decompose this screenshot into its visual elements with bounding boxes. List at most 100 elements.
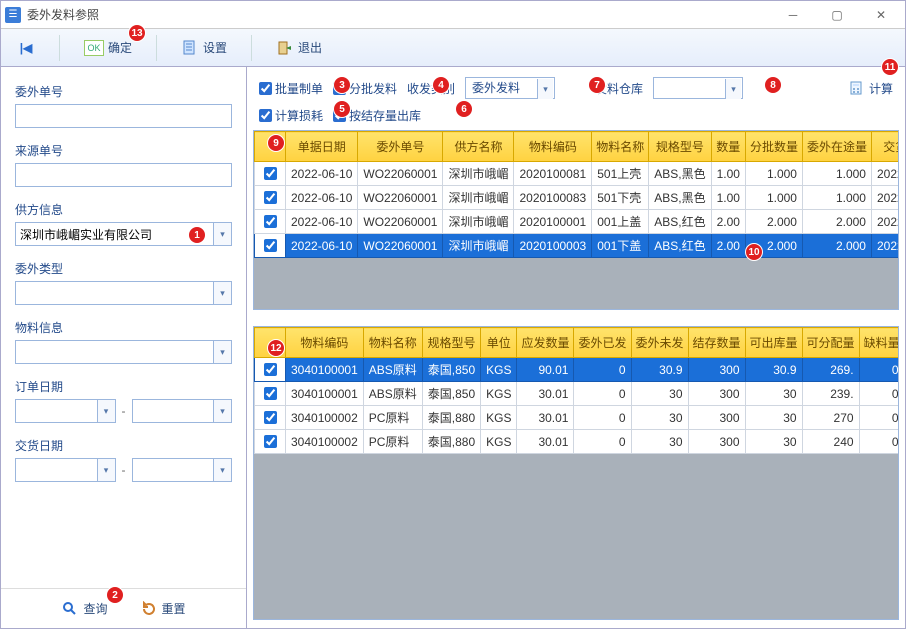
table-row[interactable]: 2022-06-10WO22060001深圳市峨嵋2020100081501上壳…	[255, 162, 900, 186]
column-header[interactable]: 委外在途量	[802, 132, 871, 162]
cell: 2.00	[711, 234, 745, 258]
column-header[interactable]: 委外单号	[358, 132, 443, 162]
source-no-input[interactable]	[15, 163, 232, 187]
exit-label: 退出	[298, 39, 322, 56]
column-header[interactable]: 应发数量	[517, 328, 574, 358]
cell: 2020100003	[514, 234, 592, 258]
cell: 泰国,880	[422, 430, 480, 454]
cell: 30.01	[517, 430, 574, 454]
column-header[interactable]: 物料编码	[514, 132, 592, 162]
query-button[interactable]: 查询	[61, 600, 107, 618]
exit-icon	[276, 39, 294, 57]
rcv-type-label: 收发类别	[407, 80, 455, 97]
delivery-date-to-dropdown-icon[interactable]: ▾	[213, 459, 231, 481]
supplier-dropdown-icon[interactable]: ▾	[213, 223, 231, 245]
table-row[interactable]: 3040100001ABS原料泰国,850KGS90.01030.930030.…	[255, 358, 900, 382]
column-header[interactable]: 缺料量	[859, 328, 899, 358]
cell: 300	[688, 430, 745, 454]
cell: 2022-06-10	[286, 234, 358, 258]
cell: 0	[859, 358, 899, 382]
cell: 2022-06-10	[286, 210, 358, 234]
cell: KGS	[481, 406, 517, 430]
cell: 0	[859, 382, 899, 406]
cell: 0	[574, 382, 631, 406]
row-checkbox[interactable]	[264, 363, 277, 376]
calc-loss-checkbox[interactable]: 计算损耗	[259, 107, 323, 124]
cell: 2022-06-10	[286, 186, 358, 210]
rcv-type-dropdown-icon[interactable]: ▾	[537, 79, 553, 99]
column-header[interactable]: 交货日期	[871, 132, 899, 162]
calc-button[interactable]: 计算	[847, 79, 893, 97]
settings-button[interactable]: 设置	[175, 35, 233, 61]
column-header[interactable]: 单据日期	[286, 132, 358, 162]
column-header[interactable]: 规格型号	[422, 328, 480, 358]
cell: 2022-06-11	[871, 162, 899, 186]
reset-icon	[140, 600, 158, 618]
maximize-button[interactable]: ▢	[817, 3, 857, 27]
material-input[interactable]	[15, 340, 232, 364]
close-button[interactable]: ✕	[861, 3, 901, 27]
first-record-button[interactable]: |◀	[11, 35, 41, 61]
row-checkbox[interactable]	[264, 167, 277, 180]
order-no-input[interactable]	[15, 104, 232, 128]
material-dropdown-icon[interactable]: ▾	[213, 341, 231, 363]
column-header[interactable]: 物料名称	[592, 132, 649, 162]
cell: 0	[574, 406, 631, 430]
column-header[interactable]: 可分配量	[802, 328, 859, 358]
column-header[interactable]: 委外未发	[631, 328, 688, 358]
table-row[interactable]: 2022-06-10WO22060001深圳市峨嵋2020100083501下壳…	[255, 186, 900, 210]
table-row[interactable]: 2022-06-10WO22060001深圳市峨嵋2020100001001上盖…	[255, 210, 900, 234]
column-header[interactable]: 物料编码	[286, 328, 364, 358]
out-type-dropdown-icon[interactable]: ▾	[213, 282, 231, 304]
issue-wh-combo[interactable]: ▾	[653, 77, 743, 99]
reset-button[interactable]: 重置	[140, 600, 186, 618]
confirm-button[interactable]: OK 确定	[78, 35, 138, 60]
column-header[interactable]: 单位	[481, 328, 517, 358]
cell: 501下壳	[592, 186, 649, 210]
cell: ABS原料	[363, 382, 422, 406]
minimize-button[interactable]: ─	[773, 3, 813, 27]
exit-button[interactable]: 退出	[270, 35, 328, 61]
row-checkbox[interactable]	[264, 387, 277, 400]
column-header[interactable]: 分批数量	[745, 132, 802, 162]
cell: 300	[688, 406, 745, 430]
table-row[interactable]: 3040100001ABS原料泰国,850KGS30.0103030030239…	[255, 382, 900, 406]
cell: 30	[745, 430, 802, 454]
column-header[interactable]: 数量	[711, 132, 745, 162]
column-header[interactable]: 委外已发	[574, 328, 631, 358]
by-balance-checkbox[interactable]: 按结存量出库	[333, 107, 421, 124]
by-balance-label: 按结存量出库	[349, 107, 421, 124]
calc-loss-label: 计算损耗	[275, 107, 323, 124]
row-checkbox[interactable]	[264, 239, 277, 252]
out-type-input[interactable]	[15, 281, 232, 305]
batch-issue-checkbox[interactable]: 分批发料	[333, 80, 397, 97]
column-header[interactable]: 物料名称	[363, 328, 422, 358]
row-checkbox[interactable]	[264, 435, 277, 448]
materials-grid[interactable]: 物料编码物料名称规格型号单位应发数量委外已发委外未发结存数量可出库量可分配量缺料…	[253, 326, 899, 620]
column-header[interactable]: 供方名称	[443, 132, 514, 162]
batch-create-checkbox[interactable]: 批量制单	[259, 80, 323, 97]
orders-grid[interactable]: 单据日期委外单号供方名称物料编码物料名称规格型号数量分批数量委外在途量交货日期2…	[253, 130, 899, 310]
table-row[interactable]: 3040100002PC原料泰国,880KGS30.01030300302700…	[255, 406, 900, 430]
cell: 30	[631, 430, 688, 454]
supplier-input[interactable]	[15, 222, 232, 246]
table-row[interactable]: 3040100002PC原料泰国,880KGS30.01030300302400…	[255, 430, 900, 454]
table-row[interactable]: 2022-06-10WO22060001深圳市峨嵋2020100003001下盖…	[255, 234, 900, 258]
row-checkbox[interactable]	[264, 215, 277, 228]
column-header[interactable]: 结存数量	[688, 328, 745, 358]
cell: KGS	[481, 358, 517, 382]
filter-panel: 委外单号 来源单号 供方信息 ▾ 委外类型	[1, 67, 247, 628]
delivery-date-from-dropdown-icon[interactable]: ▾	[97, 459, 115, 481]
column-header[interactable]: 规格型号	[649, 132, 711, 162]
column-header[interactable]: 可出库量	[745, 328, 802, 358]
cell: 300	[688, 358, 745, 382]
cell: WO22060001	[358, 234, 443, 258]
rcv-type-combo[interactable]: 委外发料 ▾	[465, 77, 555, 99]
issue-wh-dropdown-icon[interactable]: ▾	[725, 79, 741, 99]
order-date-from-dropdown-icon[interactable]: ▾	[97, 400, 115, 422]
row-checkbox[interactable]	[264, 411, 277, 424]
order-date-to-dropdown-icon[interactable]: ▾	[213, 400, 231, 422]
cell: KGS	[481, 382, 517, 406]
row-checkbox[interactable]	[264, 191, 277, 204]
cell: 1.00	[711, 186, 745, 210]
